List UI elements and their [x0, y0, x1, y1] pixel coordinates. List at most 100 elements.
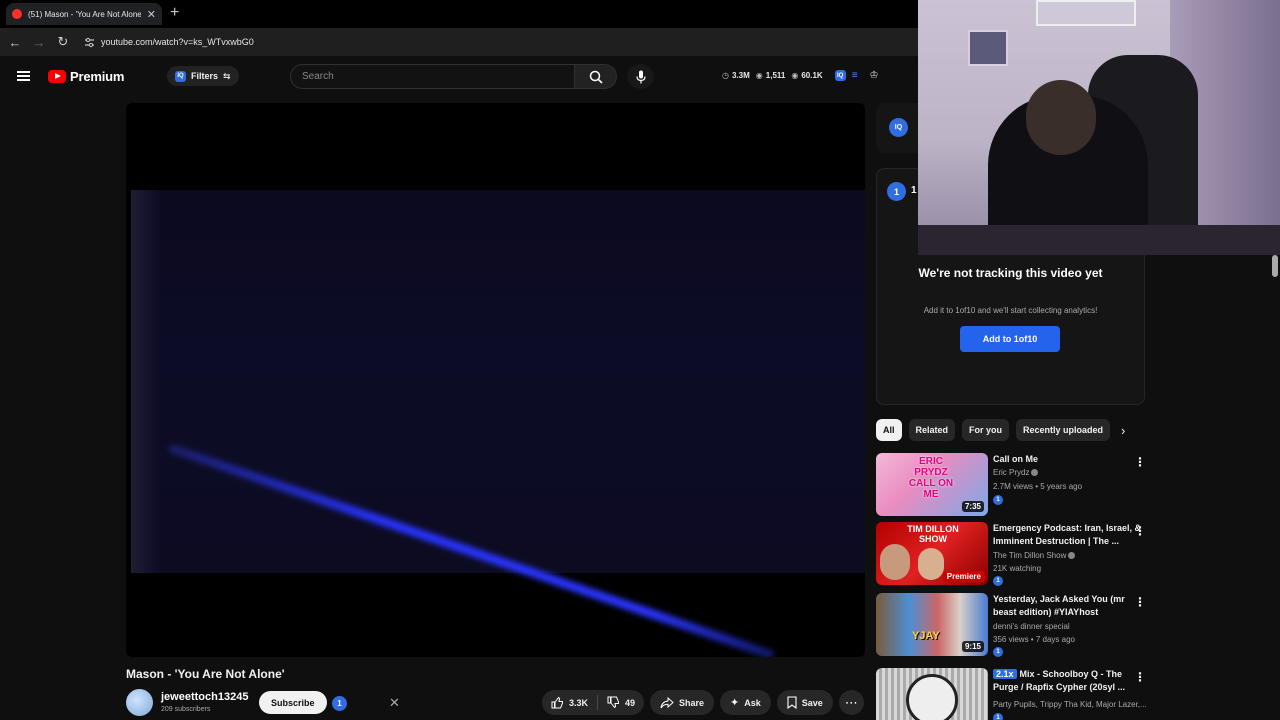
browser-tab-bar: (51) Mason - 'You Are Not Alone' ✕ + — [0, 0, 918, 28]
recommendation-title[interactable]: Yesterday, Jack Asked You (mr beast edit… — [993, 593, 1143, 619]
recommendation-title[interactable]: Emergency Podcast: Iran, Israel, & Immin… — [993, 522, 1143, 548]
1of10-badge[interactable]: 1 — [993, 713, 1003, 720]
verified-icon — [1068, 552, 1076, 560]
voice-search-button[interactable] — [627, 64, 654, 89]
channel-label: Eric Prydz — [993, 468, 1030, 477]
stat-item: ◉ 60.1K — [791, 71, 822, 80]
forward-arrow-icon[interactable]: → — [27, 35, 51, 50]
chip-for-you[interactable]: For you — [962, 419, 1010, 441]
trophy-icon[interactable]: ♔ — [870, 70, 879, 81]
iq-icon[interactable]: IQ — [834, 70, 846, 81]
1of10-badge[interactable]: 1 — [332, 696, 347, 711]
chevron-right-icon[interactable]: › — [1121, 423, 1125, 438]
ask-button[interactable]: ✦ Ask — [720, 690, 771, 715]
reload-icon[interactable]: ↻ — [51, 34, 75, 50]
scrollbar-thumb[interactable] — [1272, 255, 1278, 277]
close-icon[interactable]: ✕ — [389, 695, 400, 711]
video-thumbnail[interactable]: TIM DILLON SHOW Premiere — [876, 522, 988, 585]
extension-label: 1 — [911, 185, 917, 196]
save-button[interactable]: Save — [776, 690, 833, 715]
subscribe-button[interactable]: Subscribe — [259, 691, 327, 714]
webcam-picture-frame — [1036, 0, 1136, 26]
thumbnail-text: TIM DILLON SHOW — [907, 524, 959, 544]
browser-tab[interactable]: (51) Mason - 'You Are Not Alone' ✕ — [6, 3, 162, 25]
recommendation-channel[interactable]: Eric Prydz — [993, 468, 1039, 477]
filters-button[interactable]: IQ Filters ⇆ — [167, 66, 239, 86]
video-frame — [131, 190, 865, 657]
site-settings-icon[interactable] — [81, 34, 97, 50]
search-button[interactable] — [575, 64, 617, 89]
recommendation-item[interactable]: 2.1x Mix - Schoolboy Q - The Purge / Rapf… — [876, 668, 1156, 720]
eye-icon: ◉ — [791, 71, 799, 80]
channel-avatar[interactable] — [126, 689, 153, 716]
like-count: 3.3K — [569, 697, 589, 708]
video-thumbnail[interactable]: ERIC PRYDZ CALL ON ME 7:35 — [876, 453, 988, 516]
share-icon — [660, 696, 674, 708]
dislike-count: 49 — [625, 697, 636, 708]
youtube-header: Premium IQ Filters ⇆ Search ◷ 3.3M ◉ 1,511… — [0, 56, 918, 98]
webcam-person-head — [1026, 80, 1096, 155]
webcam-desk — [918, 225, 1280, 255]
like-button[interactable]: 3.3K — [542, 690, 597, 715]
youtube-premium-logo[interactable]: Premium — [48, 69, 124, 84]
recommendation-item[interactable]: ERIC PRYDZ CALL ON ME 7:35 Call on Me Er… — [876, 453, 1156, 519]
stat-item: ◷ 3.3M — [722, 71, 750, 80]
recommendation-title[interactable]: Call on Me — [993, 453, 1143, 466]
thumbs-up-icon — [551, 696, 563, 709]
chip-all[interactable]: All — [876, 419, 902, 441]
menu-icon[interactable] — [17, 71, 30, 81]
recommendation-meta: 356 views • 7 days ago — [993, 635, 1075, 644]
recommendation-title[interactable]: 2.1x Mix - Schoolboy Q - The Purge / Rapf… — [993, 668, 1143, 694]
more-vertical-icon[interactable]: ⋮ — [1134, 524, 1146, 538]
recommendation-channel[interactable]: denni's dinner special — [993, 622, 1070, 631]
stat-value: 60.1K — [801, 71, 823, 80]
more-vertical-icon[interactable]: ⋮ — [1134, 455, 1146, 469]
ask-label: Ask — [744, 697, 761, 708]
light-beam — [167, 443, 776, 657]
filters-label: Filters — [191, 71, 219, 81]
frame-edge — [131, 190, 159, 573]
dislike-button[interactable]: 49 — [598, 690, 644, 715]
clock-icon: ◷ — [722, 71, 729, 80]
1of10-badge[interactable]: 1 — [993, 647, 1003, 657]
recommendation-item[interactable]: YJAY 9:15 Yesterday, Jack Asked You (mr … — [876, 593, 1156, 659]
url-field[interactable]: youtube.com/watch?v=ks_WTvxwbG0 — [101, 37, 254, 47]
recommendation-item[interactable]: TIM DILLON SHOW Premiere Emergency Podca… — [876, 522, 1156, 588]
new-tab-button[interactable]: + — [170, 4, 179, 22]
more-actions-button[interactable]: ⋯ — [838, 690, 864, 715]
recommendation-channel[interactable]: The Tim Dillon Show — [993, 551, 1076, 560]
1of10-badge[interactable]: 1 — [993, 576, 1003, 586]
search-icon — [589, 70, 603, 84]
not-tracking-title: We're not tracking this video yet — [918, 266, 1103, 280]
video-duration: 9:15 — [961, 641, 984, 652]
chip-related[interactable]: Related — [908, 419, 956, 441]
owner-row: jeweettoch13245 209 subscribers Subscrib… — [126, 689, 865, 720]
iq-icon[interactable]: IQ — [889, 118, 908, 137]
recommendation-channel[interactable]: Party Pupils, Trippy Tha Kid, Major Laze… — [993, 700, 1147, 709]
youtube-favicon-icon — [12, 9, 22, 19]
iq-icon: IQ — [175, 70, 186, 82]
video-player[interactable] — [126, 103, 865, 657]
video-thumbnail[interactable]: YJAY 9:15 — [876, 593, 988, 656]
more-vertical-icon[interactable]: ⋮ — [1134, 670, 1146, 684]
share-button[interactable]: Share — [650, 690, 715, 715]
video-title: Mason - 'You Are Not Alone' — [126, 667, 285, 681]
search-input[interactable]: Search — [290, 64, 575, 89]
back-arrow-icon[interactable]: ← — [3, 35, 27, 50]
sliders-icon: ⇆ — [223, 70, 231, 81]
tab-close-icon[interactable]: ✕ — [147, 8, 156, 21]
recommendation-meta: 21K watching — [993, 564, 1042, 573]
webcam-overlay — [918, 0, 1280, 255]
bookmark-icon — [787, 696, 797, 709]
microphone-icon — [635, 70, 646, 83]
video-thumbnail[interactable] — [876, 668, 988, 720]
chip-recently-uploaded[interactable]: Recently uploaded — [1016, 419, 1111, 441]
list-icon[interactable]: ≡ — [852, 70, 858, 81]
more-vertical-icon[interactable]: ⋮ — [1134, 595, 1146, 609]
1of10-badge[interactable]: 1 — [993, 495, 1003, 505]
speed-multiplier-badge: 2.1x — [993, 669, 1017, 679]
logo-word: Premium — [70, 69, 125, 84]
channel-name[interactable]: jeweettoch13245 — [161, 691, 248, 703]
not-tracking-subtitle: Add it to 1of10 and we'll start collecti… — [923, 306, 1098, 315]
add-to-1of10-button[interactable]: Add to 1of10 — [960, 326, 1060, 352]
